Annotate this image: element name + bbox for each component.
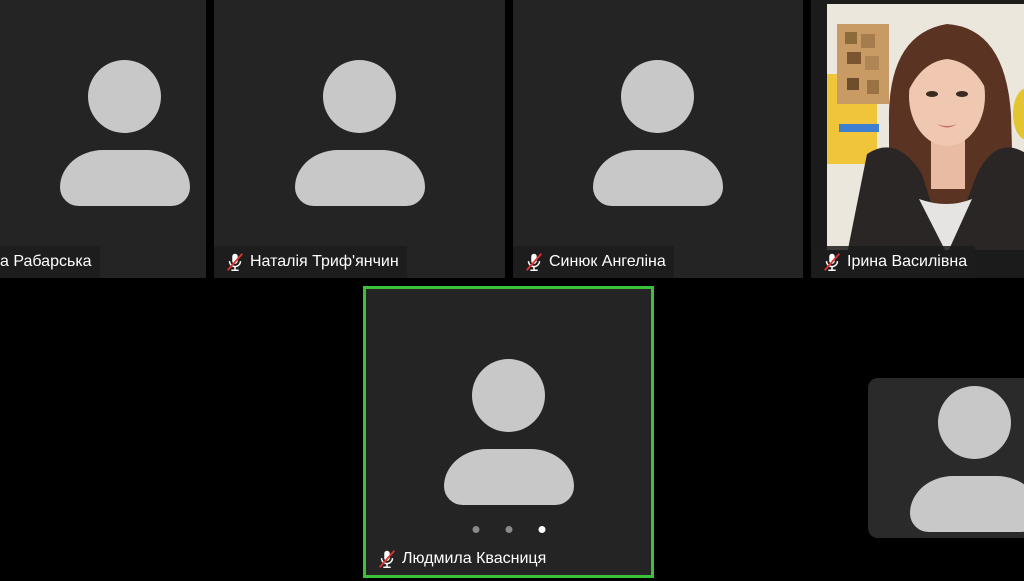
participant-tile[interactable]: Наталія Триф'янчин bbox=[214, 0, 505, 278]
pagination-dots bbox=[472, 526, 545, 533]
self-view-thumbnail[interactable] bbox=[868, 378, 1024, 538]
participant-name-tag: а Рабарська bbox=[0, 246, 100, 278]
participant-name: Ірина Василівна bbox=[847, 253, 968, 270]
page-dot[interactable] bbox=[472, 526, 479, 533]
participant-name-tag: Наталія Триф'янчин bbox=[214, 246, 407, 278]
participant-name: Людмила Квасниця bbox=[402, 550, 547, 567]
page-dot[interactable] bbox=[505, 526, 512, 533]
default-avatar-icon bbox=[910, 386, 1024, 532]
participant-name: Синюк Ангеліна bbox=[549, 253, 666, 270]
participant-name-tag: Ірина Василівна bbox=[811, 246, 976, 278]
participant-tile-video[interactable]: Ірина Василівна bbox=[811, 0, 1024, 278]
microphone-muted-icon bbox=[378, 550, 396, 568]
page-dot-current[interactable] bbox=[538, 526, 545, 533]
microphone-muted-icon bbox=[525, 253, 543, 271]
participant-tile-active-speaker[interactable]: Людмила Квасниця bbox=[363, 286, 654, 578]
participant-video-feed bbox=[827, 4, 1024, 250]
microphone-muted-icon bbox=[226, 253, 244, 271]
participant-name: а Рабарська bbox=[0, 253, 92, 270]
participant-name: Наталія Триф'янчин bbox=[250, 253, 399, 270]
participant-tile[interactable]: а Рабарська bbox=[0, 0, 206, 278]
participant-name-tag: Синюк Ангеліна bbox=[513, 246, 674, 278]
meeting-gallery-view: а Рабарська Наталія Триф'янчин Синюк Анг… bbox=[0, 0, 1024, 581]
microphone-muted-icon bbox=[823, 253, 841, 271]
default-avatar-icon bbox=[294, 60, 425, 206]
default-avatar-icon bbox=[60, 60, 190, 206]
default-avatar-icon bbox=[593, 60, 723, 206]
participant-tile[interactable]: Синюк Ангеліна bbox=[513, 0, 803, 278]
participant-name-tag: Людмила Квасниця bbox=[366, 543, 554, 575]
default-avatar-icon bbox=[443, 359, 574, 505]
